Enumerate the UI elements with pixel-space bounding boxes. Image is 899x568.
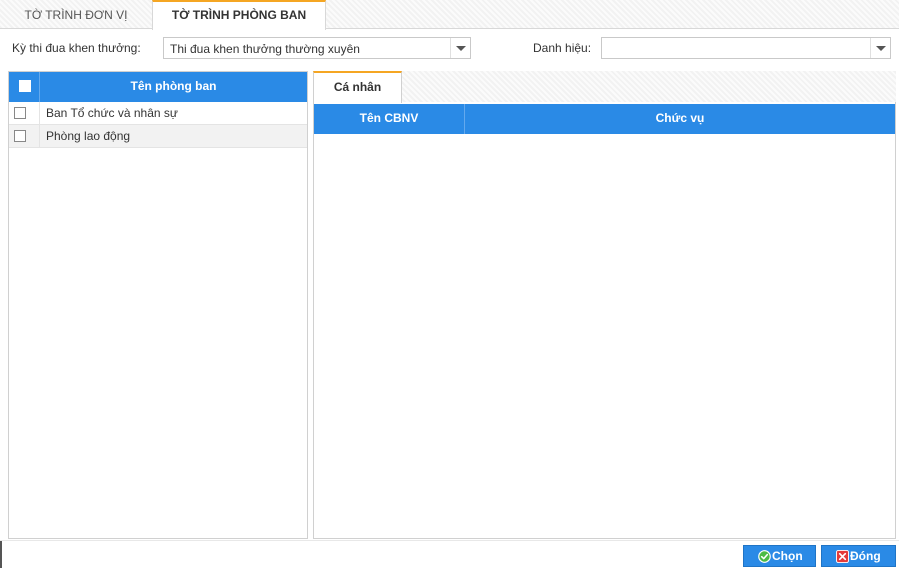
- dong-button[interactable]: Đóng: [821, 545, 896, 567]
- ky-thi-dua-value: Thi đua khen thưởng thường xuyên: [170, 42, 360, 56]
- row-name: Ban Tổ chức và nhân sự: [46, 106, 178, 120]
- chevron-down-icon[interactable]: [450, 38, 470, 58]
- row-checkbox[interactable]: [14, 107, 26, 119]
- tab-to-trinh-phong-ban[interactable]: TỜ TRÌNH PHÒNG BAN: [152, 0, 326, 30]
- chevron-down-icon[interactable]: [870, 38, 890, 58]
- phong-ban-grid: Tên phòng ban Ban Tổ chức và nhân sự Phò…: [8, 71, 308, 539]
- row-checkbox-cell: [9, 102, 40, 124]
- table-row[interactable]: Phòng lao động: [9, 125, 307, 148]
- tab-ca-nhan[interactable]: Cá nhân: [313, 71, 402, 103]
- select-all-cell: [9, 72, 40, 102]
- ca-nhan-grid: Tên CBNV Chức vụ: [313, 102, 896, 539]
- ca-nhan-panel: Cá nhân Tên CBNV Chức vụ: [313, 71, 896, 539]
- top-tab-bar: TỜ TRÌNH ĐƠN VỊ TỜ TRÌNH PHÒNG BAN: [0, 0, 899, 30]
- danh-hieu-label: Danh hiệu:: [533, 41, 592, 55]
- chon-button-label: Chọn: [772, 549, 803, 563]
- window-edge: [0, 541, 2, 568]
- ky-thi-dua-select[interactable]: Thi đua khen thưởng thường xuyên: [163, 37, 471, 59]
- tab-to-trinh-don-vi[interactable]: TỜ TRÌNH ĐƠN VỊ: [0, 0, 152, 30]
- sub-tab-bar: Cá nhân: [313, 71, 896, 103]
- danh-hieu-select[interactable]: [601, 37, 891, 59]
- filter-row: Kỳ thi đua khen thưởng: Thi đua khen thư…: [0, 36, 899, 60]
- column-header-chuc-vu[interactable]: Chức vụ: [465, 104, 895, 134]
- close-icon: [836, 550, 849, 563]
- grid-header: Tên phòng ban: [9, 72, 307, 102]
- row-checkbox[interactable]: [14, 130, 26, 142]
- chon-button[interactable]: Chọn: [743, 545, 816, 567]
- select-all-checkbox[interactable]: [19, 80, 31, 92]
- dong-button-label: Đóng: [850, 549, 881, 563]
- row-name: Phòng lao động: [46, 129, 131, 143]
- column-header-ten-phong-ban[interactable]: Tên phòng ban: [40, 72, 307, 102]
- column-header-ten-cbnv[interactable]: Tên CBNV: [314, 104, 465, 134]
- footer-divider: [0, 540, 899, 541]
- table-row[interactable]: Ban Tổ chức và nhân sự: [9, 102, 307, 125]
- check-circle-icon: [758, 550, 771, 563]
- row-checkbox-cell: [9, 125, 40, 147]
- ky-thi-dua-label: Kỳ thi đua khen thưởng:: [12, 41, 141, 55]
- grid-header: Tên CBNV Chức vụ: [314, 104, 895, 134]
